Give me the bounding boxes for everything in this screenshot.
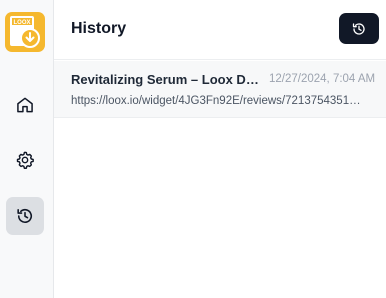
history-item-timestamp: 12/27/2024, 7:04 AM	[269, 73, 376, 85]
svg-text:LOOX: LOOX	[13, 20, 30, 26]
history-button[interactable]	[339, 13, 379, 44]
history-icon	[352, 22, 365, 35]
page-header: History	[54, 0, 386, 60]
main-panel: History Revitalizing Serum – Loox D… 12/…	[54, 0, 386, 298]
history-item-title: Revitalizing Serum – Loox D…	[71, 72, 259, 87]
history-icon	[17, 208, 33, 224]
history-item-url: https://loox.io/widget/4JG3Fn92E/reviews…	[71, 95, 361, 107]
sidebar-item-settings[interactable]	[6, 141, 44, 179]
sidebar-item-history[interactable]	[6, 197, 44, 235]
history-list-item[interactable]: Revitalizing Serum – Loox D… 12/27/2024,…	[54, 61, 386, 118]
sidebar-item-home[interactable]	[6, 86, 44, 124]
home-icon	[17, 97, 33, 113]
app-logo: LOOX	[5, 12, 45, 52]
app-window: LOOX History Revitalizing Serum – Loox D…	[0, 0, 386, 298]
page-title: History	[71, 20, 127, 37]
sidebar: LOOX	[0, 0, 54, 298]
gear-icon	[16, 151, 34, 169]
